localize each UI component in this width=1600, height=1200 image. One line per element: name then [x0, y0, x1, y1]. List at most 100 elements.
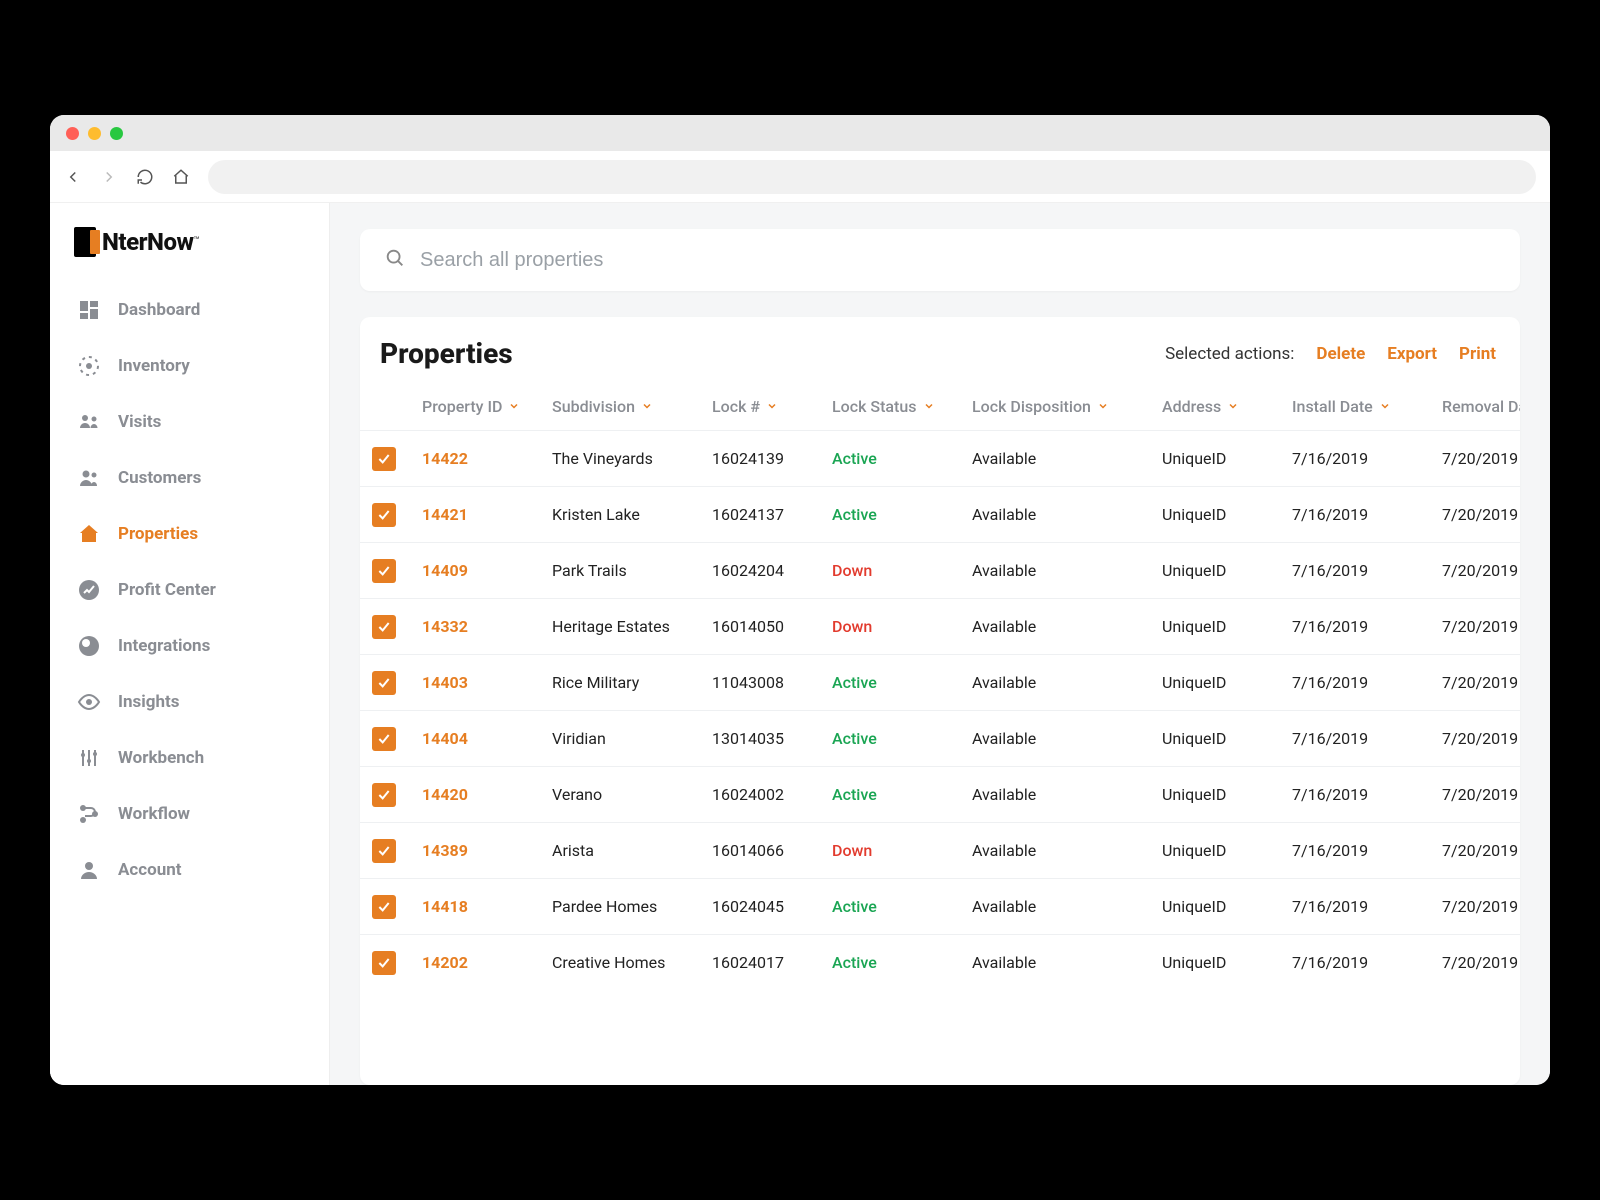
cell-address: UniqueID	[1162, 673, 1292, 692]
row-checkbox[interactable]	[372, 447, 396, 471]
table-row: 14421Kristen Lake16024137ActiveAvailable…	[360, 486, 1520, 542]
sidebar-item-integrations[interactable]: Integrations	[60, 619, 319, 673]
cell-lock-disposition: Available	[972, 449, 1162, 468]
col-removal-date[interactable]: Removal Date	[1442, 397, 1520, 416]
sidebar-item-dashboard[interactable]: Dashboard	[60, 283, 319, 337]
cell-address: UniqueID	[1162, 505, 1292, 524]
sidebar-item-label: Workflow	[118, 804, 190, 824]
cell-lock-no: 16014050	[712, 617, 832, 636]
sidebar-item-profit-center[interactable]: Profit Center	[60, 563, 319, 617]
sidebar-item-workflow[interactable]: Workflow	[60, 787, 319, 841]
col-property-id[interactable]: Property ID	[422, 397, 552, 416]
cell-address: UniqueID	[1162, 953, 1292, 972]
row-checkbox[interactable]	[372, 671, 396, 695]
sidebar-item-inventory[interactable]: Inventory	[60, 339, 319, 393]
window-minimize-button[interactable]	[88, 127, 101, 140]
table-row: 14422The Vineyards16024139ActiveAvailabl…	[360, 430, 1520, 486]
selected-actions-label: Selected actions:	[1165, 344, 1294, 364]
cell-lock-disposition: Available	[972, 729, 1162, 748]
col-removal-date-label: Removal Date	[1442, 397, 1520, 416]
browser-toolbar	[50, 151, 1550, 203]
table-body: 14422The Vineyards16024139ActiveAvailabl…	[360, 430, 1520, 990]
cell-lock-no: 11043008	[712, 673, 832, 692]
delete-action[interactable]: Delete	[1316, 344, 1365, 364]
cell-subdivision: Pardee Homes	[552, 897, 712, 916]
row-checkbox[interactable]	[372, 727, 396, 751]
row-checkbox[interactable]	[372, 895, 396, 919]
cell-property-id[interactable]: 14202	[422, 953, 552, 972]
cell-lock-status: Active	[832, 505, 972, 524]
properties-panel: Properties Selected actions: Delete Expo…	[360, 317, 1520, 1085]
cell-lock-disposition: Available	[972, 785, 1162, 804]
cell-lock-no: 16024139	[712, 449, 832, 468]
row-checkbox[interactable]	[372, 503, 396, 527]
sidebar-item-customers[interactable]: Customers	[60, 451, 319, 505]
sidebar-item-visits[interactable]: Visits	[60, 395, 319, 449]
col-subdivision[interactable]: Subdivision	[552, 397, 712, 416]
cell-install-date: 7/16/2019	[1292, 673, 1442, 692]
workflow-icon	[76, 801, 102, 827]
forward-button[interactable]	[100, 168, 118, 186]
print-action[interactable]: Print	[1459, 344, 1496, 364]
cell-property-id[interactable]: 14420	[422, 785, 552, 804]
inventory-icon	[76, 353, 102, 379]
col-lock-disposition[interactable]: Lock Disposition	[972, 397, 1162, 416]
reload-button[interactable]	[136, 168, 154, 186]
cell-lock-status: Active	[832, 449, 972, 468]
cell-lock-disposition: Available	[972, 505, 1162, 524]
cell-property-id[interactable]: 14403	[422, 673, 552, 692]
table-row: 14403Rice Military11043008ActiveAvailabl…	[360, 654, 1520, 710]
nav: DashboardInventoryVisitsCustomersPropert…	[50, 283, 329, 897]
home-button[interactable]	[172, 168, 190, 186]
chevron-down-icon	[923, 400, 935, 412]
url-bar[interactable]	[208, 160, 1536, 194]
row-checkbox[interactable]	[372, 615, 396, 639]
col-address[interactable]: Address	[1162, 397, 1292, 416]
back-button[interactable]	[64, 168, 82, 186]
cell-property-id[interactable]: 14404	[422, 729, 552, 748]
chevron-down-icon	[1379, 400, 1391, 412]
col-install-date[interactable]: Install Date	[1292, 397, 1442, 416]
properties-table: Property ID Subdivision Lock # Lock Stat…	[360, 382, 1520, 990]
col-lock-status-label: Lock Status	[832, 397, 917, 416]
sidebar-item-account[interactable]: Account	[60, 843, 319, 897]
col-lock-no[interactable]: Lock #	[712, 397, 832, 416]
row-checkbox[interactable]	[372, 559, 396, 583]
table-row: 14418Pardee Homes16024045ActiveAvailable…	[360, 878, 1520, 934]
cell-lock-status: Active	[832, 673, 972, 692]
cell-property-id[interactable]: 14422	[422, 449, 552, 468]
col-subdivision-label: Subdivision	[552, 397, 635, 416]
chevron-down-icon	[1227, 400, 1239, 412]
table-row: 14389Arista16014066DownAvailableUniqueID…	[360, 822, 1520, 878]
cell-address: UniqueID	[1162, 729, 1292, 748]
cell-install-date: 7/16/2019	[1292, 841, 1442, 860]
sidebar-item-insights[interactable]: Insights	[60, 675, 319, 729]
chevron-down-icon	[641, 400, 653, 412]
cell-property-id[interactable]: 14332	[422, 617, 552, 636]
cell-subdivision: Viridian	[552, 729, 712, 748]
sidebar: NterNow™ DashboardInventoryVisitsCustome…	[50, 203, 330, 1085]
cell-lock-no: 16024204	[712, 561, 832, 580]
search-bar	[360, 229, 1520, 291]
cell-property-id[interactable]: 14389	[422, 841, 552, 860]
row-checkbox[interactable]	[372, 839, 396, 863]
logo-text: NterNow™	[102, 228, 200, 256]
cell-address: UniqueID	[1162, 841, 1292, 860]
sidebar-item-workbench[interactable]: Workbench	[60, 731, 319, 785]
sidebar-item-properties[interactable]: Properties	[60, 507, 319, 561]
window-close-button[interactable]	[66, 127, 79, 140]
cell-lock-status: Active	[832, 729, 972, 748]
table-row: 14202Creative Homes16024017ActiveAvailab…	[360, 934, 1520, 990]
selected-actions: Selected actions: Delete Export Print	[1165, 344, 1496, 364]
col-lock-status[interactable]: Lock Status	[832, 397, 972, 416]
row-checkbox[interactable]	[372, 783, 396, 807]
col-address-label: Address	[1162, 397, 1221, 416]
cell-property-id[interactable]: 14418	[422, 897, 552, 916]
window-maximize-button[interactable]	[110, 127, 123, 140]
cell-lock-status: Down	[832, 617, 972, 636]
search-input[interactable]	[420, 249, 1496, 272]
cell-property-id[interactable]: 14421	[422, 505, 552, 524]
export-action[interactable]: Export	[1387, 344, 1437, 364]
row-checkbox[interactable]	[372, 951, 396, 975]
cell-property-id[interactable]: 14409	[422, 561, 552, 580]
